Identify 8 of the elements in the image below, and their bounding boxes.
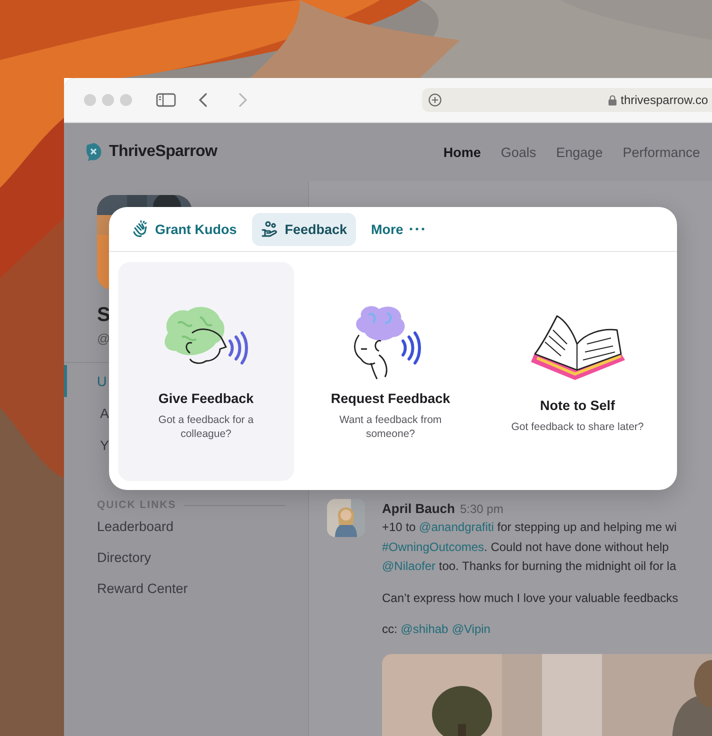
post-text: cc: @shihab @Vipin — [382, 621, 492, 638]
post-time: 5:30 pm — [460, 502, 504, 516]
profile-name: S — [97, 304, 112, 327]
post-text: Can’t express how much I love your valuable feedbacks — [382, 590, 680, 606]
post-text: +10 to @anandgrafiti for stepping up and helping me wi #OwningOutcomes. Could not have done without help @Nilaofer too. Thanks for burning the midnight oil for la — [382, 519, 678, 575]
profile-handle: @ — [97, 331, 112, 346]
author-name: April Bauch — [382, 501, 455, 516]
logo-text: ThriveSparrow — [109, 143, 218, 161]
